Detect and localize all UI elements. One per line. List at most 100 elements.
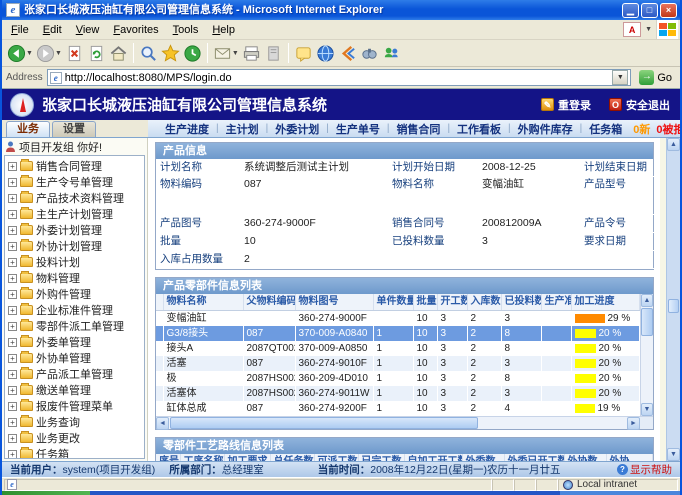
sidebar-item[interactable]: +产品技术资料管理	[8, 190, 144, 206]
plus-box-icon[interactable]: +	[8, 386, 17, 395]
nav-item-4[interactable]: 生产单号	[329, 121, 387, 137]
parts-table-row[interactable]: 极2087HS002360-209-4D01011032820 %	[156, 371, 640, 386]
sidebar-item[interactable]: +外协计划管理	[8, 238, 144, 254]
back-icon[interactable]: ▼	[6, 43, 34, 64]
sidebar-item[interactable]: +缴送单管理	[8, 382, 144, 398]
nav-item-8[interactable]: 任务箱	[582, 121, 629, 137]
sidebar-item[interactable]: +外委单管理	[8, 334, 144, 350]
process-column-header[interactable]: 自加工开工数	[404, 454, 462, 461]
maximize-button[interactable]: □	[641, 3, 658, 18]
parts-horizontal-scrollbar[interactable]: ◄ ►	[156, 416, 653, 429]
address-input[interactable]: e http://localhost:8080/MPS/login.do ▼	[47, 69, 632, 86]
mail-dropdown-icon[interactable]: ▼	[232, 50, 239, 57]
parts-vertical-scrollbar[interactable]: ▲ ▼	[640, 294, 653, 416]
plus-box-icon[interactable]: +	[8, 354, 17, 363]
logout-button[interactable]: O 安全退出	[609, 97, 670, 113]
back-dropdown-icon[interactable]: ▼	[26, 50, 33, 57]
start-button[interactable]	[2, 491, 90, 495]
plus-box-icon[interactable]: +	[8, 322, 17, 331]
search-icon[interactable]	[138, 43, 159, 64]
refresh-icon[interactable]	[86, 43, 107, 64]
plus-box-icon[interactable]: +	[8, 274, 17, 283]
process-column-header[interactable]: 总任务数	[270, 454, 314, 461]
parts-column-header[interactable]: 父物料编码	[243, 294, 295, 311]
parts-column-header[interactable]: 开工数	[437, 294, 467, 311]
show-help-button[interactable]: ? 显示帮助	[617, 462, 672, 477]
minimize-button[interactable]: ▁	[622, 3, 639, 18]
go-button[interactable]: → Go	[635, 70, 676, 85]
sidebar-item[interactable]: +投料计划	[8, 254, 144, 270]
parts-column-header[interactable]: 生产准备	[541, 294, 571, 311]
sidebar-item[interactable]: +主生产计划管理	[8, 206, 144, 222]
main-scroll-down-icon[interactable]: ▼	[667, 448, 680, 461]
hscroll-thumb[interactable]	[170, 417, 478, 429]
nav-item-6[interactable]: 工作看板	[450, 121, 508, 137]
discuss-icon[interactable]	[293, 43, 314, 64]
parts-column-header[interactable]: 已投料数	[501, 294, 541, 311]
nav-item-3[interactable]: 外委计划	[268, 121, 326, 137]
plus-box-icon[interactable]: +	[8, 178, 17, 187]
close-button[interactable]: ×	[660, 3, 677, 18]
adobe-pdf-icon[interactable]: A	[623, 22, 641, 37]
parts-column-header[interactable]: 入库数	[467, 294, 501, 311]
menu-edit[interactable]: Edit	[36, 22, 69, 38]
print-icon[interactable]	[241, 43, 262, 64]
plus-box-icon[interactable]: +	[8, 418, 17, 427]
main-scroll-up-icon[interactable]: ▲	[667, 138, 680, 151]
tab-business[interactable]: 业务	[6, 121, 50, 137]
parts-table-row[interactable]: 活塞体2087HS002360-274-9011W11032320 %	[156, 386, 640, 401]
history-icon[interactable]	[182, 43, 203, 64]
plus-box-icon[interactable]: +	[8, 290, 17, 299]
sidebar-item[interactable]: +销售合同管理	[8, 158, 144, 174]
plus-box-icon[interactable]: +	[8, 402, 17, 411]
plus-box-icon[interactable]: +	[8, 226, 17, 235]
sidebar-item[interactable]: +业务更改	[8, 430, 144, 446]
sidebar-item[interactable]: +零部件派工单管理	[8, 318, 144, 334]
address-dropdown-icon[interactable]: ▼	[612, 70, 628, 85]
plus-box-icon[interactable]: +	[8, 210, 17, 219]
menu-file[interactable]: File	[4, 22, 36, 38]
sidebar-item[interactable]: +物料管理	[8, 270, 144, 286]
relogin-button[interactable]: ✎ 重登录	[541, 97, 591, 113]
pdf-dropdown-icon[interactable]: ▼	[645, 26, 652, 33]
plus-box-icon[interactable]: +	[8, 338, 17, 347]
plus-box-icon[interactable]: +	[8, 194, 17, 203]
plus-box-icon[interactable]: +	[8, 306, 17, 315]
sidebar-item[interactable]: +生产令号单管理	[8, 174, 144, 190]
scroll-right-icon[interactable]: ►	[627, 417, 640, 430]
research-icon[interactable]	[359, 43, 380, 64]
plus-box-icon[interactable]: +	[8, 258, 17, 267]
favorites-icon[interactable]	[160, 43, 181, 64]
sidebar-item[interactable]: +报废件管理菜单	[8, 398, 144, 414]
process-column-header[interactable]: 工序名称	[180, 454, 224, 461]
parts-table-row[interactable]: 变幅油缸360-274-9000F1032329 %	[156, 311, 640, 327]
plus-box-icon[interactable]: +	[8, 434, 17, 443]
home-icon[interactable]	[108, 43, 129, 64]
process-column-header[interactable]: 可派工数	[314, 454, 358, 461]
scroll-thumb[interactable]	[641, 308, 653, 336]
process-column-header[interactable]: 序号	[156, 454, 180, 461]
main-scroll-thumb[interactable]	[668, 299, 679, 313]
parts-table-row[interactable]: 缸体总成087360-274-9200F11032419 %	[156, 401, 640, 416]
scroll-down-icon[interactable]: ▼	[641, 403, 653, 416]
parts-column-header[interactable]: 物料图号	[295, 294, 373, 311]
parts-column-header[interactable]: 物料名称	[163, 294, 243, 311]
sidebar-item[interactable]: +企业标准件管理	[8, 302, 144, 318]
menu-tools[interactable]: Tools	[166, 22, 206, 38]
messenger-icon[interactable]	[381, 43, 402, 64]
main-scrollbar[interactable]: ▲ ▼	[666, 138, 680, 461]
process-column-header[interactable]: 已完工数	[358, 454, 404, 461]
plus-box-icon[interactable]: +	[8, 162, 17, 171]
parts-table-row[interactable]: 接头A2087QT002370-009-A085011032820 %	[156, 341, 640, 356]
sidebar-item[interactable]: +产品派工单管理	[8, 366, 144, 382]
nav-item-1[interactable]: 生产进度	[158, 121, 216, 137]
process-column-header[interactable]: 加工要求	[224, 454, 270, 461]
scroll-up-icon[interactable]: ▲	[641, 294, 653, 307]
plus-box-icon[interactable]: +	[8, 242, 17, 251]
media-icon[interactable]	[315, 43, 336, 64]
sidebar-item[interactable]: +业务查询	[8, 414, 144, 430]
parts-table-row[interactable]: 活塞087360-274-9010F11032320 %	[156, 356, 640, 371]
sidebar-item[interactable]: +外协单管理	[8, 350, 144, 366]
parts-column-header[interactable]: 单件数量	[373, 294, 413, 311]
parts-column-header[interactable]: 批量	[413, 294, 437, 311]
